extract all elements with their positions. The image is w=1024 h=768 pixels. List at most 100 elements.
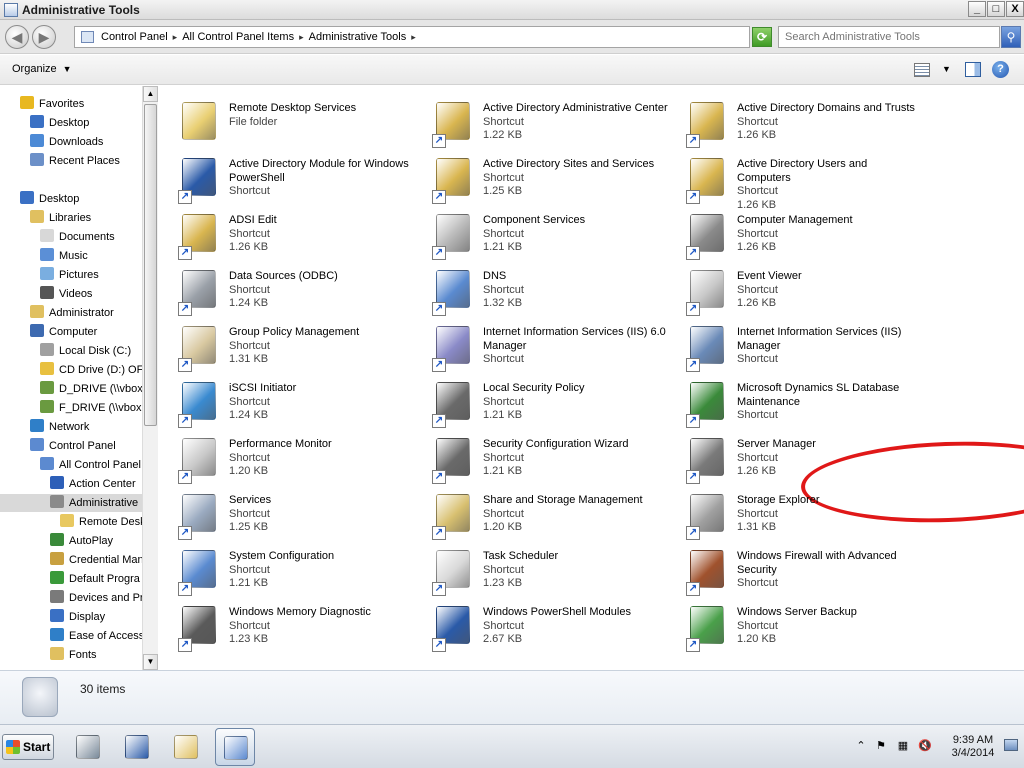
- file-item[interactable]: ↗ Services Shortcut 1.25 KB: [160, 484, 414, 540]
- file-item[interactable]: ↗ System Configuration Shortcut 1.21 KB: [160, 540, 414, 596]
- file-item[interactable]: ↗ Internet Information Services (IIS) 6.0…: [414, 316, 668, 372]
- file-item[interactable]: ↗ Active Directory Administrative Center S…: [414, 92, 668, 148]
- file-item[interactable]: ↗ Task Scheduler Shortcut 1.23 KB: [414, 540, 668, 596]
- file-item[interactable]: ↗ Security Configuration Wizard Shortcut 1.…: [414, 428, 668, 484]
- file-item[interactable]: ↗ Windows PowerShell Modules Shortcut 2.67 …: [414, 596, 668, 652]
- shortcut-arrow-icon: ↗: [432, 246, 446, 260]
- nav-item[interactable]: Display: [0, 608, 142, 626]
- nav-item[interactable]: Default Progra: [0, 570, 142, 588]
- nav-item[interactable]: Desktop: [0, 190, 142, 208]
- file-item[interactable]: ↗ Event Viewer Shortcut 1.26 KB: [668, 260, 922, 316]
- nav-item[interactable]: Favorites: [0, 95, 142, 113]
- preview-pane-icon[interactable]: [965, 62, 981, 77]
- nav-item[interactable]: Desktop: [0, 114, 142, 132]
- powershell-modules-icon: ↗: [432, 604, 476, 652]
- nav-item[interactable]: Ease of Access: [0, 627, 142, 645]
- scroll-down-icon[interactable]: ▼: [143, 654, 158, 670]
- back-button[interactable]: ◀: [5, 25, 29, 49]
- nav-item[interactable]: D_DRIVE (\\vbox: [0, 380, 142, 398]
- close-button[interactable]: X: [1006, 1, 1024, 17]
- volume-muted-icon[interactable]: 🔇: [918, 739, 932, 753]
- show-hidden-icons-icon[interactable]: ⌃: [854, 739, 868, 753]
- breadcrumb-item[interactable]: All Control Panel Items: [182, 31, 294, 43]
- file-item[interactable]: ↗ ADSI Edit Shortcut 1.26 KB: [160, 204, 414, 260]
- nav-item[interactable]: Music: [0, 247, 142, 265]
- minimize-button[interactable]: _: [968, 1, 986, 17]
- file-item[interactable]: ↗ Windows Memory Diagnostic Shortcut 1.23 K…: [160, 596, 414, 652]
- chevron-down-icon[interactable]: ▼: [942, 64, 951, 74]
- file-item[interactable]: ↗ Local Security Policy Shortcut 1.21 KB: [414, 372, 668, 428]
- explorer-taskbar-button[interactable]: [166, 728, 206, 766]
- nav-item-label: Pictures: [59, 269, 99, 281]
- views-icon[interactable]: [914, 63, 930, 77]
- nav-item[interactable]: Downloads: [0, 133, 142, 151]
- nav-item[interactable]: Devices and Pr: [0, 589, 142, 607]
- flag-icon[interactable]: ⚑: [874, 739, 888, 753]
- nav-item[interactable]: Libraries: [0, 209, 142, 227]
- nav-item[interactable]: Administrator: [0, 304, 142, 322]
- file-item[interactable]: ↗ Storage Explorer Shortcut 1.31 KB: [668, 484, 922, 540]
- file-item[interactable]: ↗ Computer Management Shortcut 1.26 KB: [668, 204, 922, 260]
- nav-item[interactable]: Documents: [0, 228, 142, 246]
- scroll-thumb[interactable]: [144, 104, 157, 426]
- chevron-right-icon[interactable]: ▸: [173, 32, 178, 42]
- nav-item[interactable]: Recent Places: [0, 152, 142, 170]
- breadcrumb-item[interactable]: Control Panel: [101, 31, 168, 43]
- help-icon[interactable]: ?: [992, 61, 1009, 78]
- nav-item[interactable]: AutoPlay: [0, 532, 142, 550]
- file-item[interactable]: ↗ Server Manager Shortcut 1.26 KB: [668, 428, 922, 484]
- chevron-right-icon[interactable]: ▸: [411, 32, 416, 42]
- nav-item[interactable]: F_DRIVE (\\vbox: [0, 399, 142, 417]
- file-item[interactable]: ↗ Data Sources (ODBC) Shortcut 1.24 KB: [160, 260, 414, 316]
- file-item[interactable]: ↗ Active Directory Domains and Trusts Shor…: [668, 92, 922, 148]
- file-item[interactable]: ↗ DNS Shortcut 1.32 KB: [414, 260, 668, 316]
- show-desktop-button[interactable]: [1004, 739, 1018, 751]
- music-icon: [40, 248, 54, 261]
- file-item[interactable]: ↗ Active Directory Users and Computers Sho…: [668, 148, 922, 211]
- nav-item[interactable]: Computer: [0, 323, 142, 341]
- nav-scrollbar[interactable]: ▲ ▼: [142, 86, 158, 670]
- search-icon[interactable]: ⚲: [1001, 26, 1021, 48]
- nav-item[interactable]: Pictures: [0, 266, 142, 284]
- file-item[interactable]: ↗ Windows Firewall with Advanced Security…: [668, 540, 922, 596]
- network-icon[interactable]: ▦: [896, 739, 910, 753]
- nav-item[interactable]: Fonts: [0, 646, 142, 664]
- control-panel-taskbar-button[interactable]: [215, 728, 255, 766]
- file-item[interactable]: ↗ Active Directory Module for Windows Pow…: [160, 148, 414, 204]
- breadcrumb[interactable]: Control Panel ▸ All Control Panel Items ▸ Ad…: [74, 26, 820, 48]
- nav-item[interactable]: Control Panel: [0, 437, 142, 455]
- nav-item[interactable]: Administrative: [0, 494, 142, 512]
- organize-button[interactable]: Organize ▼: [12, 63, 72, 75]
- file-item[interactable]: ↗ iSCSI Initiator Shortcut 1.24 KB: [160, 372, 414, 428]
- maximize-button[interactable]: □: [987, 1, 1005, 17]
- start-button[interactable]: Start: [2, 734, 54, 760]
- file-item[interactable]: ↗ Share and Storage Management Shortcut 1.2…: [414, 484, 668, 540]
- nav-item[interactable]: Local Disk (C:): [0, 342, 142, 360]
- file-item[interactable]: Remote Desktop Services File folder: [160, 92, 414, 146]
- scroll-up-icon[interactable]: ▲: [143, 86, 158, 102]
- file-item[interactable]: ↗ Group Policy Management Shortcut 1.31 KB: [160, 316, 414, 372]
- file-item[interactable]: ↗ Component Services Shortcut 1.21 KB: [414, 204, 668, 260]
- nav-item[interactable]: Videos: [0, 285, 142, 303]
- forward-button[interactable]: ▶: [32, 25, 56, 49]
- file-item[interactable]: ↗ Performance Monitor Shortcut 1.20 KB: [160, 428, 414, 484]
- nav-item[interactable]: Network: [0, 418, 142, 436]
- clock[interactable]: 9:39 AM 3/4/2014: [948, 734, 998, 760]
- nav-item[interactable]: Remote Desk: [0, 513, 142, 531]
- powershell-taskbar-button[interactable]: [117, 728, 157, 766]
- file-item[interactable]: ↗ Windows Server Backup Shortcut 1.20 KB: [668, 596, 922, 652]
- breadcrumb-item[interactable]: Administrative Tools: [309, 31, 407, 43]
- chevron-right-icon[interactable]: ▸: [299, 32, 304, 42]
- file-item-type: Shortcut: [737, 185, 778, 197]
- search-input[interactable]: [778, 26, 1000, 48]
- file-item[interactable]: ↗ Microsoft Dynamics SL Database Maintena…: [668, 372, 922, 428]
- adsi-edit-icon: ↗: [178, 212, 222, 260]
- file-item[interactable]: ↗ Active Directory Sites and Services Shor…: [414, 148, 668, 204]
- nav-item[interactable]: All Control Panel: [0, 456, 142, 474]
- refresh-button[interactable]: ⟳: [752, 27, 772, 47]
- nav-item[interactable]: Credential Man: [0, 551, 142, 569]
- file-item[interactable]: ↗ Internet Information Services (IIS) Man…: [668, 316, 922, 372]
- nav-item[interactable]: CD Drive (D:) OF: [0, 361, 142, 379]
- server-manager-taskbar-button[interactable]: [68, 728, 108, 766]
- nav-item[interactable]: Action Center: [0, 475, 142, 493]
